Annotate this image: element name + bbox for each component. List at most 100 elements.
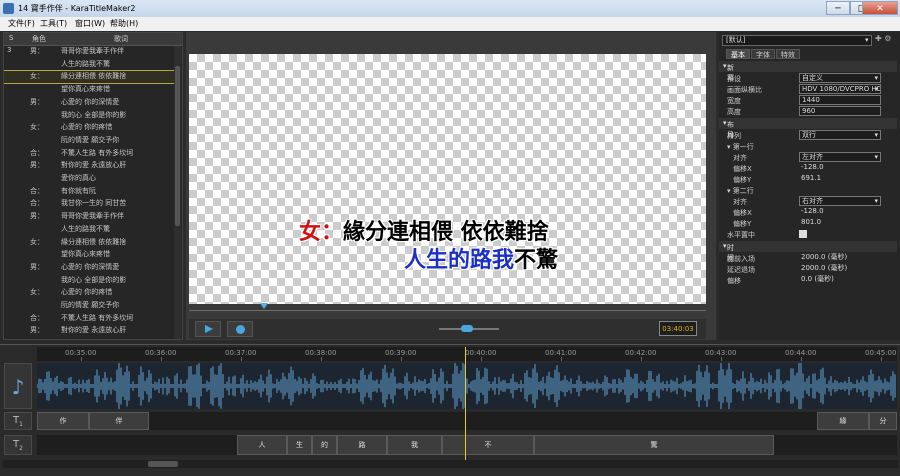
ruler-tick-mark xyxy=(321,357,322,361)
preset-select[interactable]: [默认] ▾ xyxy=(722,35,872,46)
music-note-icon[interactable]: ♪ xyxy=(4,363,32,409)
ruler-tick-mark xyxy=(721,357,722,361)
seek-bar[interactable] xyxy=(189,310,706,311)
track2-block[interactable]: 人 xyxy=(237,435,287,455)
col-role-header[interactable]: 角色 xyxy=(32,34,46,44)
lyric-row[interactable]: 望你真心來疼惜 xyxy=(4,249,174,261)
save-preset-icon[interactable]: ✚ xyxy=(875,34,882,43)
offset-field[interactable]: 0.0 (毫秒) xyxy=(799,275,881,285)
lyric-row[interactable]: 人生的路我不驚 xyxy=(4,59,174,71)
l1-align-dropdown[interactable]: 左对齐 xyxy=(799,152,881,162)
track1-block[interactable]: 緣 xyxy=(817,412,869,430)
track2-block[interactable]: 不 xyxy=(442,435,534,455)
track2-block[interactable]: 的 xyxy=(312,435,337,455)
lyric-row-role: 合： xyxy=(30,148,44,157)
section-line-1[interactable]: ▾ 第一行 xyxy=(719,141,897,152)
lyric-row[interactable]: 合： 不驚人生路 有外多坎坷 xyxy=(4,313,174,325)
play-button[interactable] xyxy=(195,321,221,337)
row-l1-y: 偏移Y 691.1 xyxy=(719,174,897,185)
section-new[interactable]: ▾ 新幕 xyxy=(719,61,897,82)
lyric-row[interactable]: 合： 有你就有阮 xyxy=(4,186,174,198)
timeline-scrollbar[interactable] xyxy=(3,460,898,468)
width-field[interactable]: 1440 xyxy=(799,95,881,105)
lyrics-scroll-thumb[interactable] xyxy=(175,66,180,226)
lyrics-scrollbar[interactable] xyxy=(174,46,181,339)
track2-block[interactable]: 我 xyxy=(387,435,442,455)
l2-x-field[interactable]: -128.0 xyxy=(799,207,881,217)
track1-block[interactable]: 分 xyxy=(869,412,897,430)
row-l2-x: 偏移X -128.0 xyxy=(719,207,897,218)
text-track-1-icon[interactable]: T1 xyxy=(4,412,32,430)
preset-dropdown[interactable]: 自定义 xyxy=(799,73,881,83)
minimize-button[interactable]: ─ xyxy=(826,1,850,15)
lyric-row[interactable]: 女： 緣分連相偎 依依難捨 xyxy=(4,237,174,249)
lyric-row[interactable]: 愛你的真心 xyxy=(4,173,174,185)
col-lyric-header[interactable]: 歌词 xyxy=(114,34,128,44)
lyric-row[interactable]: 我的心 全部是你的影 xyxy=(4,110,174,122)
preset-tools: ✚ ⚙ xyxy=(875,34,891,43)
tab-basic[interactable]: 基本 xyxy=(726,49,750,59)
lyric-line-2-unsung: 不驚 xyxy=(514,247,559,273)
lyric-row[interactable]: 望你真心來疼惜 xyxy=(4,84,174,96)
stop-button[interactable] xyxy=(227,321,253,337)
track2-block[interactable]: 驚 xyxy=(534,435,774,455)
track2-block[interactable]: 路 xyxy=(337,435,387,455)
audio-waveform[interactable] xyxy=(37,363,897,409)
volume-knob[interactable] xyxy=(461,325,473,332)
lyric-row[interactable]: 男： 對你的愛 永遠放心肝 xyxy=(4,325,174,337)
fadein-label: 提前入场 xyxy=(727,255,755,263)
close-button[interactable]: ✕ xyxy=(862,1,898,15)
lyric-row[interactable]: 男： 心愛的 你的深情愛 xyxy=(4,262,174,274)
l1-x-field[interactable]: -128.0 xyxy=(799,163,881,173)
menu-tools[interactable]: 工具(T) xyxy=(40,18,67,29)
tab-font[interactable]: 字体 xyxy=(751,49,775,59)
l1-y-field[interactable]: 691.1 xyxy=(799,174,881,184)
lyric-row[interactable]: 男： 哥哥你愛我牽手作伴 xyxy=(4,211,174,223)
lyric-row[interactable]: 男： 對你的愛 永遠放心肝 xyxy=(4,160,174,172)
lyric-row[interactable]: 男： 心愛的 你的深情愛 xyxy=(4,97,174,109)
seek-marker[interactable] xyxy=(260,303,268,309)
ruler-tick-label: 00:37:00 xyxy=(225,349,257,357)
l2-y-field[interactable]: 801.0 xyxy=(799,218,881,228)
menu-help[interactable]: 帮助(H) xyxy=(110,18,138,29)
app-icon xyxy=(3,3,14,14)
track1-block[interactable]: 作 xyxy=(37,412,89,430)
height-field[interactable]: 960 xyxy=(799,106,881,116)
lyric-row[interactable]: 3 男： 哥哥你愛我牽手作伴 xyxy=(4,46,174,58)
lyric-row-role: 合： xyxy=(30,199,44,208)
time-ruler[interactable]: 00:35:00 00:36:00 00:37:00 00:38:00 00:39:00… xyxy=(37,347,897,361)
l1-x-label: 偏移X xyxy=(733,165,752,173)
track1-block[interactable]: 伴 xyxy=(89,412,149,430)
lyric-row-text: 人生的路我不驚 xyxy=(61,59,110,68)
lyric-row[interactable]: 合： 我甘你一生的 同甘苦 xyxy=(4,198,174,210)
lyric-row[interactable]: 合： 不驚人生路 有外多坎坷 xyxy=(4,148,174,160)
lyric-row[interactable]: 女： 心愛的 你的疼惜 xyxy=(4,122,174,134)
tab-effects[interactable]: 特效 xyxy=(776,49,800,59)
lyric-row[interactable]: 女： 緣分連相偎 依依難捨 xyxy=(4,70,175,85)
center-checkbox[interactable] xyxy=(799,230,807,238)
menu-file[interactable]: 文件(F) xyxy=(8,18,35,29)
l2-align-dropdown[interactable]: 右对齐 xyxy=(799,196,881,206)
subtitle-track-1[interactable]: 作 伴 緣 分 xyxy=(37,412,897,430)
aspect-dropdown[interactable]: HDV 1080/DVCPRO HD xyxy=(799,84,881,94)
lyric-row[interactable]: 阮的情愛 願交予你 xyxy=(4,300,174,312)
track2-block[interactable]: 生 xyxy=(287,435,312,455)
lyric-row[interactable]: 我的心 全部是你的影 xyxy=(4,275,174,287)
lyric-row[interactable]: 人生的路我不驚 xyxy=(4,224,174,236)
lyric-row[interactable]: 女： 心愛的 你的疼惜 xyxy=(4,287,174,299)
section-line-2[interactable]: ▾ 第二行 xyxy=(719,185,897,196)
playhead[interactable] xyxy=(465,347,466,462)
fadein-field[interactable]: 2000.0 (毫秒) xyxy=(799,253,881,263)
arrange-dropdown[interactable]: 双行 xyxy=(799,130,881,140)
text-track-2-icon[interactable]: T2 xyxy=(4,435,32,455)
settings-icon[interactable]: ⚙ xyxy=(884,34,891,43)
section-time[interactable]: ▾ 时间 xyxy=(719,241,897,262)
col-index-header[interactable]: S xyxy=(9,34,13,42)
lyric-row-text: 哥哥你愛我牽手作伴 xyxy=(61,212,124,221)
section-layout[interactable]: ▾ 布局 xyxy=(719,118,897,139)
menu-window[interactable]: 窗口(W) xyxy=(75,18,105,29)
lyric-row[interactable]: 阮的情愛 願交予你 xyxy=(4,135,174,147)
fadeout-field[interactable]: 2000.0 (毫秒) xyxy=(799,264,881,274)
subtitle-track-2[interactable]: 人 生 的 路 我 不 驚 xyxy=(37,435,897,455)
timeline-scroll-thumb[interactable] xyxy=(148,461,178,467)
